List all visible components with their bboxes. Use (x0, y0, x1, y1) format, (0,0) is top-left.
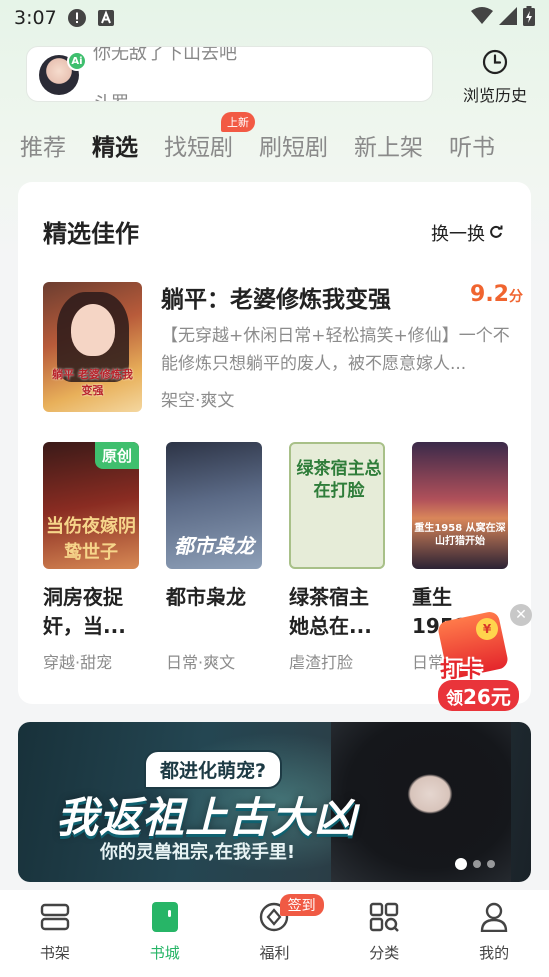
tab-find-shortdrama[interactable]: 找短剧 上新 (164, 112, 255, 162)
score-unit: 分 (509, 289, 523, 305)
new-badge: 上新 (221, 112, 255, 132)
history-label: 浏览历史 (462, 86, 527, 105)
banner-subtitle: 你的灵兽祖宗,在我手里! (100, 842, 296, 863)
book-cover[interactable]: 都市枭龙 (166, 442, 262, 569)
profile-icon (478, 902, 510, 936)
checkin-badge: 签到 (279, 894, 324, 916)
close-icon[interactable]: ✕ (510, 604, 532, 626)
nav-label: 书城 (149, 944, 180, 962)
book-cover[interactable]: 绿茶宿主总在打脸 (289, 442, 385, 569)
refresh-icon (489, 223, 503, 244)
book-card[interactable]: 都市枭龙 都市枭龙 日常·爽文 (166, 442, 262, 672)
tab-recommend[interactable]: 推荐 (20, 128, 66, 162)
search-box[interactable]: Ai 你无敌了下山去吧 斗罗 (26, 46, 433, 102)
refresh-button[interactable]: 换一换 (431, 220, 503, 246)
promo-reward-amount: 26元 (463, 685, 511, 709)
promo-banner[interactable]: 都进化萌宠? 我返祖上古大凶 你的灵兽祖宗,在我手里! (18, 722, 531, 882)
cover-title-art: 重生1958 从窝在深山打猎开始 (414, 523, 506, 547)
banner-character-art (331, 722, 511, 882)
original-badge: 原创 (94, 442, 139, 469)
tab-audiobooks[interactable]: 听书 (449, 128, 495, 162)
nav-category[interactable]: 分类 (329, 890, 439, 977)
category-icon (368, 902, 400, 936)
nav-label: 书架 (39, 944, 70, 962)
promo-reward-prefix: 领 (446, 689, 463, 709)
promo-reward: 领26元 (438, 680, 519, 711)
carousel-dot[interactable] (473, 860, 481, 868)
book-title: 绿茶宿主她总在... (289, 585, 372, 638)
book-cover[interactable]: 原创 当伤夜嫁阴鸷世子 (43, 442, 139, 569)
app-notification-icon (97, 9, 115, 27)
tab-browse-shortdrama[interactable]: 刷短剧 (259, 128, 328, 162)
nav-bookshelf[interactable]: 书架 (0, 890, 110, 977)
carousel-dot[interactable] (487, 860, 495, 868)
header: Ai 你无敌了下山去吧 斗罗 浏览历史 (0, 36, 549, 114)
search-suggestion-next: 斗罗 (93, 89, 129, 101)
book-card[interactable]: 绿茶宿主总在打脸 绿茶宿主她总在... 虐渣打脸 (289, 442, 385, 672)
status-time: 3:07 (14, 7, 57, 29)
nav-welfare[interactable]: 签到 福利 (220, 890, 330, 977)
checkin-reward-float[interactable]: ✕ ¥ 打卡 领26元 (436, 604, 536, 711)
signal-icon (499, 6, 517, 30)
featured-book-tags: 架空·爽文 (161, 391, 235, 411)
book-card[interactable]: 原创 当伤夜嫁阴鸷世子 洞房夜捉奸，当... 穿越·甜宠 (43, 442, 139, 672)
cover-title-art: 躺平 老婆修炼我变强 (52, 368, 133, 397)
search-suggestion: 你无敌了下山去吧 (93, 46, 237, 64)
carousel-dot[interactable] (455, 858, 467, 870)
bookstore-icon (149, 902, 181, 936)
section-title: 精选佳作 (43, 220, 139, 248)
battery-icon (523, 5, 535, 31)
refresh-label: 换一换 (431, 224, 485, 245)
cover-title-art: 都市枭龙 (174, 534, 254, 558)
tab-label: 找短剧 (164, 135, 233, 161)
banner-headline: 我返祖上古大凶 (56, 793, 358, 842)
bookshelf-icon (39, 902, 71, 936)
book-tags: 穿越·甜宠 (43, 653, 113, 672)
featured-book-title: 躺平：老婆修炼我变强 (161, 287, 391, 313)
clock-icon (481, 49, 509, 80)
bottom-navigation: 书架 书城 签到 福利 分类 我的 (0, 890, 549, 977)
cover-art-face (71, 304, 115, 356)
nav-label: 我的 (479, 944, 510, 962)
featured-book-score: 9.2分 (470, 282, 523, 307)
wifi-icon (471, 6, 493, 30)
featured-book-description: 【无穿越+休闲日常+轻松搞笑+修仙】一个不能修炼只想躺平的废人，被不愿意嫁人..… (161, 326, 510, 374)
featured-book-cover[interactable]: 躺平 老婆修炼我变强 (43, 282, 142, 412)
book-title: 洞房夜捉奸，当... (43, 585, 126, 638)
carousel-indicator (455, 858, 495, 870)
book-tags: 日常·爽文 (166, 653, 236, 672)
nav-profile[interactable]: 我的 (439, 890, 549, 977)
score-value: 9.2 (470, 282, 509, 307)
ai-badge-icon: Ai (67, 51, 87, 71)
coin-icon: ¥ (476, 618, 498, 640)
nav-label: 福利 (259, 944, 290, 962)
tab-featured[interactable]: 精选 (92, 128, 138, 162)
book-title: 都市枭龙 (166, 585, 246, 609)
tab-new-arrivals[interactable]: 新上架 (354, 128, 423, 162)
featured-book[interactable]: 躺平 老婆修炼我变强 躺平：老婆修炼我变强 9.2分 【无穿越+休闲日常+轻松搞… (43, 282, 523, 412)
status-bar: 3:07 (0, 0, 549, 36)
cover-title-art: 当伤夜嫁阴鸷世子 (46, 516, 136, 563)
bookstore-page: 3:07 Ai 你无敌了下山去吧 斗罗 (0, 0, 549, 977)
history-button[interactable]: 浏览历史 (450, 48, 540, 106)
nav-label: 分类 (369, 944, 400, 962)
book-tags: 虐渣打脸 (289, 653, 354, 672)
nav-bookstore[interactable]: 书城 (110, 890, 220, 977)
channel-tabs: 推荐 精选 找短剧 上新 刷短剧 新上架 听书 (0, 112, 549, 172)
alert-icon (67, 8, 87, 28)
book-cover[interactable]: 重生1958 从窝在深山打猎开始 (412, 442, 508, 569)
cover-title-art: 绿茶宿主总在打脸 (296, 459, 382, 501)
